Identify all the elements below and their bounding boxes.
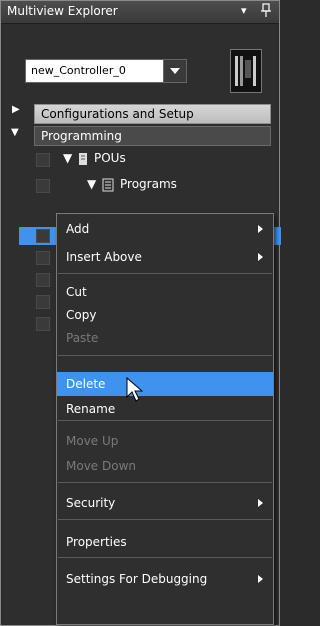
menu-separator [58, 355, 272, 356]
multiview-explorer-panel: Multiview Explorer ▾ new_Controller_0 ▶ … [0, 0, 281, 626]
menu-item-paste: Paste [66, 331, 99, 345]
submenu-arrow-icon [258, 499, 263, 507]
menu-separator [58, 519, 272, 520]
tree-check-box[interactable] [36, 179, 50, 193]
menu-item-rename[interactable]: Rename [57, 397, 273, 421]
controller-device-icon [230, 49, 262, 93]
menu-separator [58, 482, 272, 483]
menu-item-copy[interactable]: Copy [57, 303, 273, 327]
submenu-arrow-icon [258, 225, 263, 233]
tree-section-programming[interactable]: Programming [34, 126, 271, 146]
menu-item-move-down: Move Down [66, 459, 136, 473]
tree-section-label: Programming [41, 129, 122, 143]
panel-title: Multiview Explorer [7, 4, 118, 18]
menu-item-cut[interactable]: Cut [57, 280, 273, 304]
tree-node-programs[interactable]: Programs [120, 177, 177, 191]
pou-folder-icon [79, 153, 87, 165]
tree-section-label: Configurations and Setup [41, 107, 194, 121]
submenu-arrow-icon [258, 575, 263, 583]
menu-item-security[interactable]: Security [57, 491, 273, 515]
menu-separator [58, 273, 272, 274]
tree-check-box[interactable] [36, 229, 50, 243]
panel-titlebar: Multiview Explorer ▾ [1, 1, 279, 24]
tree-check-box[interactable] [36, 295, 50, 309]
tree-section-configurations[interactable]: Configurations and Setup [34, 104, 271, 124]
submenu-arrow-icon [258, 253, 263, 261]
menu-item-settings-for-debugging[interactable]: Settings For Debugging [57, 567, 273, 591]
pushpin-icon[interactable] [259, 2, 273, 18]
controller-select-value: new_Controller_0 [31, 64, 126, 77]
collapse-arrow-icon[interactable]: ▼ [63, 151, 72, 165]
menu-separator [58, 557, 272, 558]
tree-check-box[interactable] [36, 251, 50, 265]
expand-arrow-icon[interactable]: ▶ [12, 104, 20, 115]
menu-item-move-up: Move Up [66, 434, 119, 448]
controller-select[interactable]: new_Controller_0 [25, 59, 187, 83]
menu-item-add[interactable]: Add [57, 217, 273, 241]
programs-folder-icon [102, 178, 114, 192]
menu-item-delete[interactable]: Delete [57, 372, 273, 396]
chevron-down-icon [170, 68, 180, 74]
panel-menu-icon[interactable]: ▾ [241, 4, 247, 17]
tree-node-pous[interactable]: POUs [94, 151, 126, 165]
collapse-arrow-icon[interactable]: ▼ [87, 177, 96, 191]
menu-item-insert-above[interactable]: Insert Above [57, 245, 273, 269]
tree-check-box[interactable] [36, 317, 50, 331]
collapse-arrow-icon[interactable]: ▼ [11, 127, 19, 138]
menu-item-properties[interactable]: Properties [57, 530, 273, 554]
mouse-pointer-icon [126, 377, 144, 402]
context-menu: Add Insert Above Cut Copy Paste Delete R… [56, 213, 274, 625]
tree-check-box[interactable] [36, 153, 50, 167]
controller-dropdown-button[interactable] [163, 60, 186, 82]
tree-check-box[interactable] [36, 273, 50, 287]
